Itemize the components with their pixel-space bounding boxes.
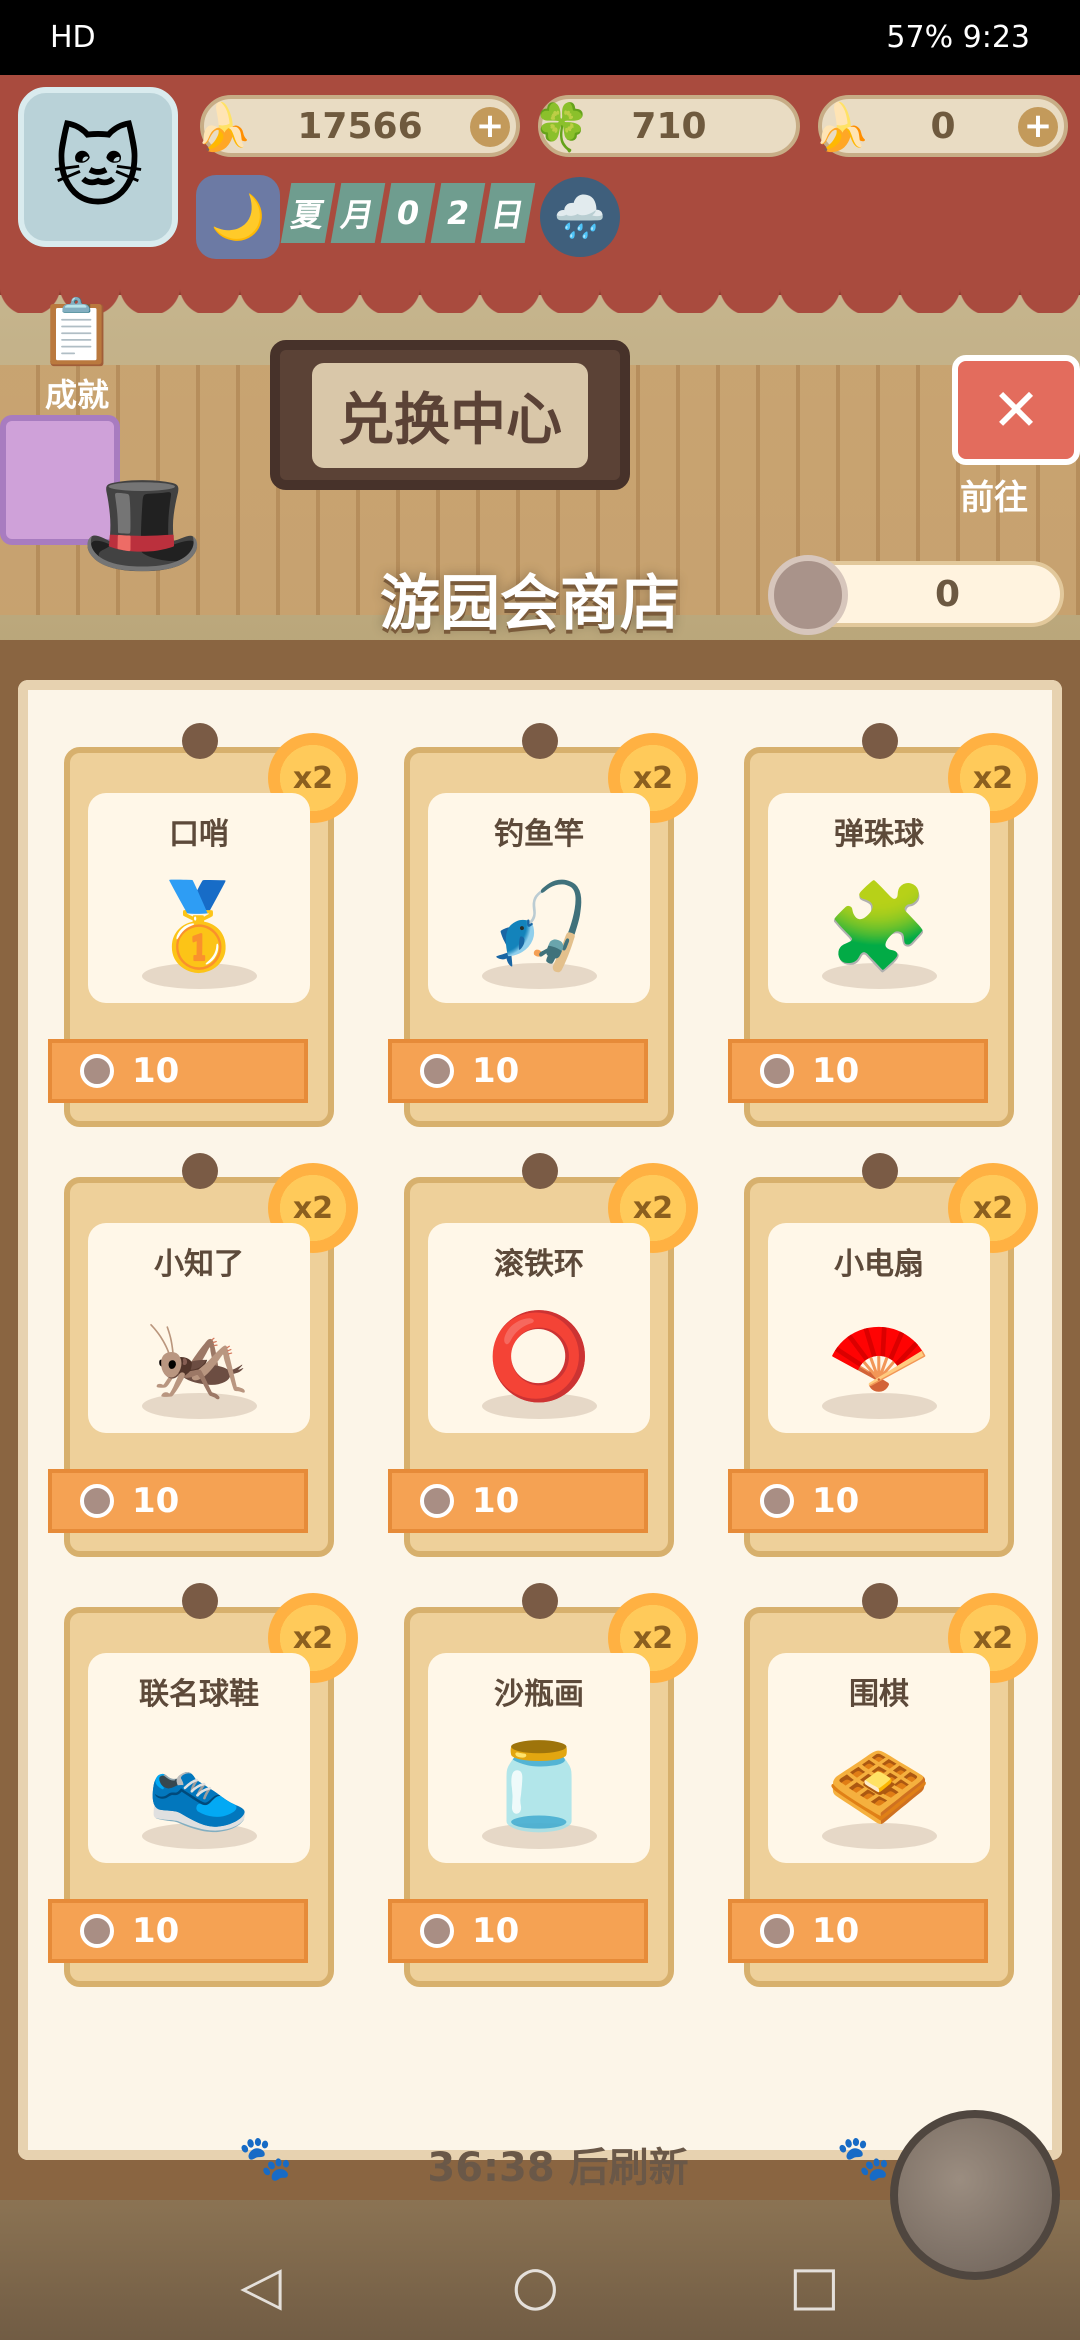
- coin-icon: [420, 1484, 454, 1518]
- coin-icon: [760, 1054, 794, 1088]
- shop-item-card[interactable]: x2 弹珠球 🧩 10: [728, 723, 1038, 1127]
- weather-icon: 🌧️: [540, 177, 620, 257]
- item-price[interactable]: 10: [388, 1039, 648, 1103]
- price-value: 10: [472, 1481, 520, 1521]
- card-knob-icon: [522, 723, 558, 759]
- coin-icon: [80, 1054, 114, 1088]
- price-value: 10: [132, 1051, 180, 1091]
- price-value: 10: [132, 1911, 180, 1951]
- banana-value: 17566: [297, 105, 423, 147]
- add-banana-button[interactable]: +: [470, 107, 510, 147]
- clipboard-icon: 📋: [37, 296, 117, 370]
- coin-icon: [80, 1484, 114, 1518]
- shopkeeper-character: 🎩: [80, 465, 205, 582]
- date-cell: 月: [330, 183, 386, 243]
- paw-icon: 🐾: [836, 2133, 891, 2184]
- shop-item-card[interactable]: x2 滚铁环 ⭕ 10: [388, 1153, 698, 1557]
- item-price[interactable]: 10: [388, 1469, 648, 1533]
- time-text: 9:23: [962, 20, 1030, 55]
- banana-icon: 🍌: [195, 99, 253, 154]
- shop-token-value: 0: [934, 573, 960, 615]
- card-knob-icon: [182, 1583, 218, 1619]
- item-price[interactable]: 10: [728, 1469, 988, 1533]
- item-price[interactable]: 10: [48, 1899, 308, 1963]
- card-knob-icon: [862, 1583, 898, 1619]
- status-bar: HD 57% 9:23: [0, 0, 1080, 75]
- shop-item-card[interactable]: x2 小电扇 🪭 10: [728, 1153, 1038, 1557]
- coin-icon: [768, 555, 848, 635]
- fan-icon: 🪭: [826, 1306, 932, 1405]
- sand-bottle-icon: 🫙: [486, 1736, 592, 1835]
- game-scene: 🐱 🍌 17566 + 🍀 710 🍌 0 + 🌙 夏 月 0 2 日 🌧️ 📋…: [0, 75, 1080, 2340]
- item-price[interactable]: 10: [388, 1899, 648, 1963]
- exchange-center-label: 兑换中心: [312, 362, 588, 468]
- coin-icon: [420, 1914, 454, 1948]
- clover-value: 710: [631, 105, 707, 147]
- fishing-rod-icon: 🎣: [486, 876, 592, 975]
- shop-token-counter: 0: [768, 555, 1064, 635]
- battery-text: 57%: [886, 20, 954, 55]
- marble-box-icon: 🧩: [826, 876, 932, 975]
- home-icon[interactable]: ○: [512, 2254, 559, 2317]
- blue-banana-resource: 🍌 0 +: [813, 95, 1068, 157]
- back-icon[interactable]: ◁: [240, 2254, 282, 2317]
- item-price[interactable]: 10: [48, 1469, 308, 1533]
- banana-resource: 🍌 17566 +: [195, 95, 520, 157]
- price-value: 10: [472, 1051, 520, 1091]
- go-board-icon: 🧇: [826, 1736, 932, 1835]
- shop-item-card[interactable]: x2 口哨 🥇 10: [48, 723, 358, 1127]
- goto-label: 前往: [960, 478, 1028, 518]
- shop-item-card[interactable]: x2 小知了 🦗 10: [48, 1153, 358, 1557]
- sneaker-icon: 👟: [146, 1736, 252, 1835]
- status-left-text: HD: [50, 20, 96, 55]
- date-cell: 0: [380, 183, 436, 243]
- shop-panel: x2 口哨 🥇 10 x2 钓鱼竿 🎣 10 x2 弹珠球 🧩 10 x2 小知了 🦗 10 x2 滚铁环 ⭕ 10 x…: [0, 640, 1080, 2200]
- card-knob-icon: [522, 1583, 558, 1619]
- hoop-icon: ⭕: [486, 1306, 592, 1405]
- shop-item-card[interactable]: x2 钓鱼竿 🎣 10: [388, 723, 698, 1127]
- card-knob-icon: [862, 723, 898, 759]
- date-cell: 夏: [280, 183, 336, 243]
- card-knob-icon: [182, 1153, 218, 1189]
- achievement-button[interactable]: 📋 成就: [22, 295, 132, 435]
- clover-icon: 🍀: [533, 99, 591, 154]
- shop-title: 游园会商店: [380, 569, 680, 639]
- goto-button[interactable]: ✕: [952, 355, 1080, 465]
- coin-icon: [760, 1914, 794, 1948]
- item-price[interactable]: 10: [728, 1039, 988, 1103]
- exchange-center-sign[interactable]: 兑换中心: [270, 340, 630, 490]
- player-avatar[interactable]: 🐱: [18, 87, 178, 247]
- achievement-label: 成就: [44, 376, 109, 414]
- date-cell: 日: [480, 183, 536, 243]
- price-value: 10: [472, 1911, 520, 1951]
- price-value: 10: [132, 1481, 180, 1521]
- coin-icon: [420, 1054, 454, 1088]
- card-knob-icon: [862, 1153, 898, 1189]
- date-cell: 2: [430, 183, 486, 243]
- add-blue-banana-button[interactable]: +: [1018, 107, 1058, 147]
- card-knob-icon: [182, 723, 218, 759]
- item-price[interactable]: 10: [728, 1899, 988, 1963]
- shop-item-card[interactable]: x2 沙瓶画 🫙 10: [388, 1583, 698, 1987]
- price-value: 10: [812, 1911, 860, 1951]
- blue-banana-value: 0: [930, 105, 956, 147]
- blue-banana-icon: 🍌: [813, 99, 871, 154]
- card-knob-icon: [522, 1153, 558, 1189]
- whistle-icon: 🥇: [146, 876, 252, 975]
- date-display: 夏 月 0 2 日: [280, 183, 536, 243]
- item-price[interactable]: 10: [48, 1039, 308, 1103]
- coin-icon: [80, 1914, 114, 1948]
- cicada-icon: 🦗: [146, 1306, 252, 1405]
- calendar-icon: 🌙: [196, 175, 280, 259]
- shop-panel-inner: x2 口哨 🥇 10 x2 钓鱼竿 🎣 10 x2 弹珠球 🧩 10 x2 小知了 🦗 10 x2 滚铁环 ⭕ 10 x…: [18, 680, 1062, 2191]
- system-navbar: ◁ ○ □: [0, 2230, 1080, 2340]
- recents-icon[interactable]: □: [789, 2254, 840, 2317]
- clover-resource: 🍀 710: [533, 95, 800, 157]
- shop-item-card[interactable]: x2 围棋 🧇 10: [728, 1583, 1038, 1987]
- price-value: 10: [812, 1481, 860, 1521]
- price-value: 10: [812, 1051, 860, 1091]
- shop-item-card[interactable]: x2 联名球鞋 👟 10: [48, 1583, 358, 1987]
- coin-icon: [760, 1484, 794, 1518]
